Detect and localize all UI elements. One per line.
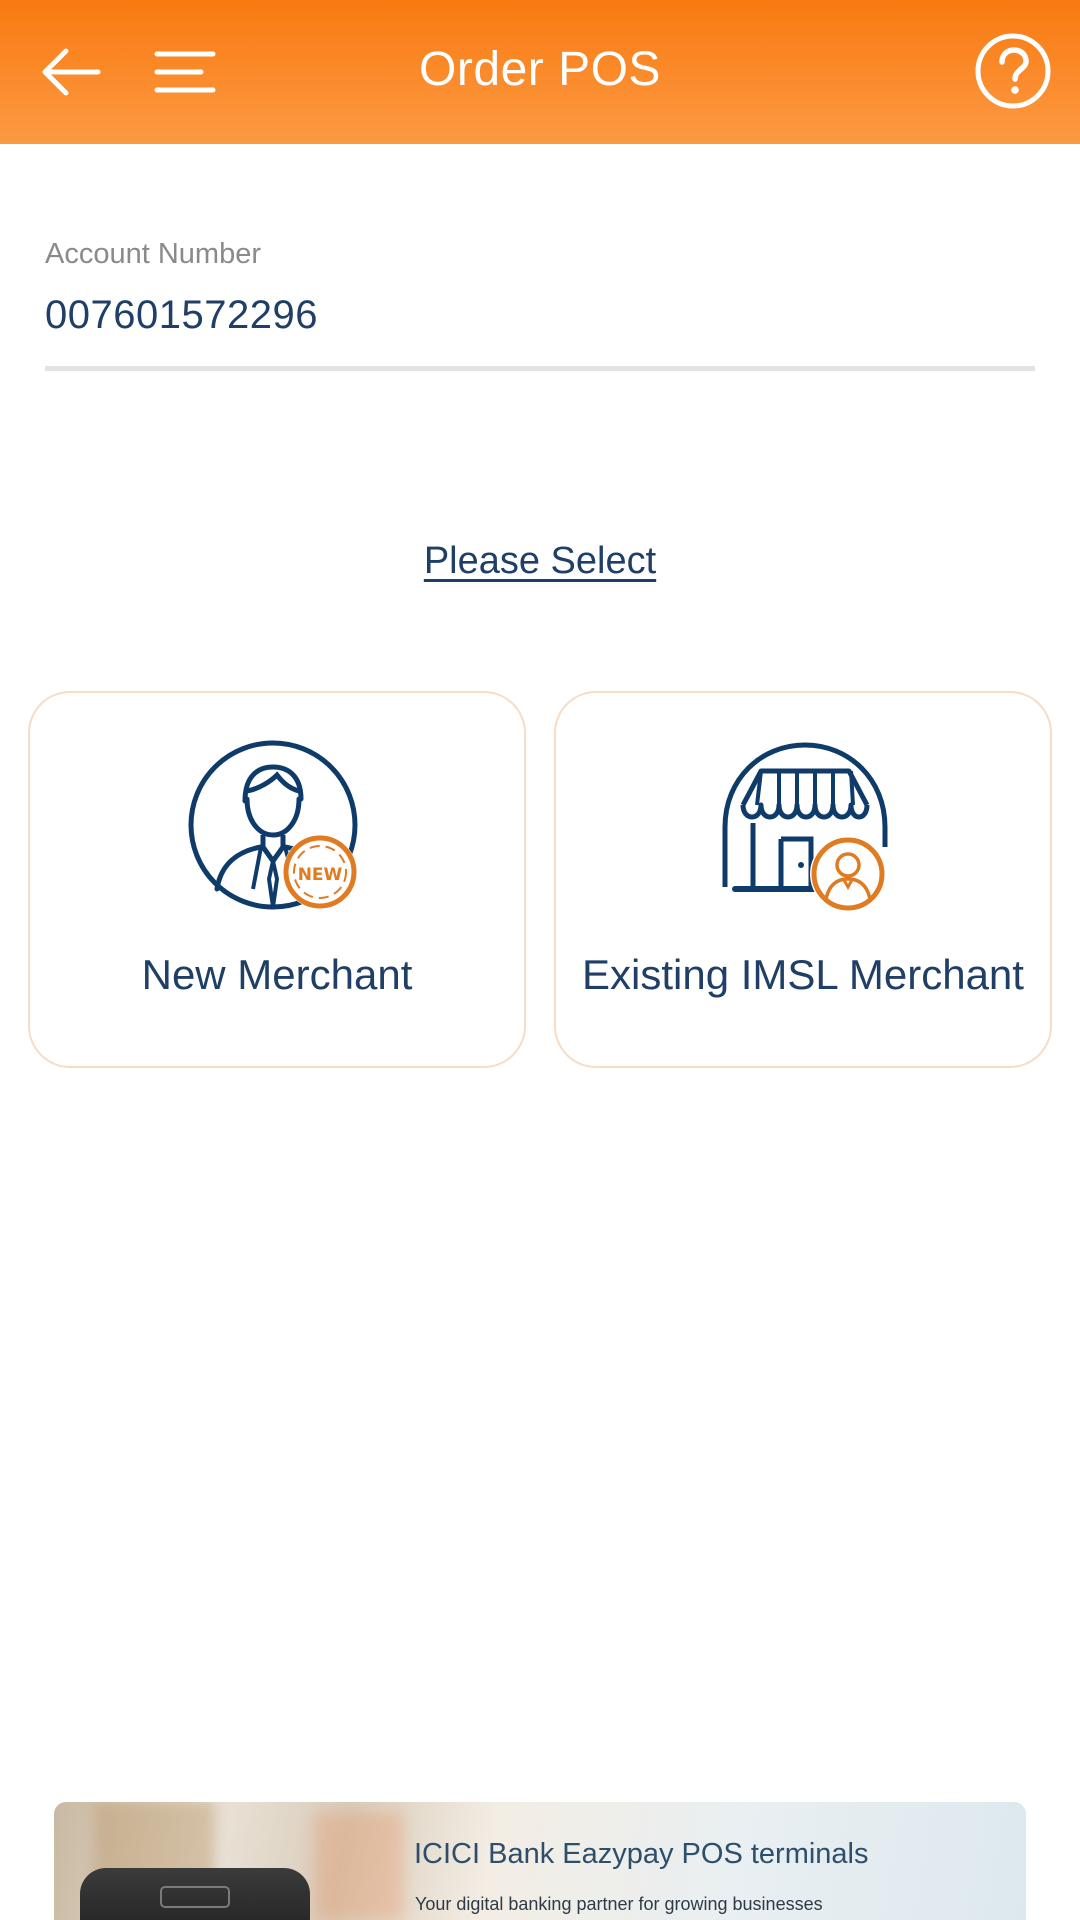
svg-text:NEW: NEW [298,865,343,885]
new-merchant-card[interactable]: NEW New Merchant [28,691,526,1068]
new-merchant-icon: NEW [188,740,358,910]
existing-merchant-store-icon [722,742,888,912]
please-select-link[interactable]: Please Select [0,540,1080,583]
banner-background-blur [314,1812,404,1920]
existing-imsl-merchant-label: Existing IMSL Merchant [582,951,1024,998]
account-number-value[interactable]: 007601572296 [45,293,1035,338]
banner-subtitle: Your digital banking partner for growing… [415,1894,823,1914]
account-number-label: Account Number [45,238,261,270]
existing-imsl-merchant-card[interactable]: Existing IMSL Merchant [554,691,1052,1068]
app-header: Order POS [0,0,1080,144]
pos-terminal-image [80,1868,310,1920]
question-circle-icon [975,33,1051,109]
banner-title: ICICI Bank Eazypay POS terminals [414,1838,869,1870]
account-field-underline [45,366,1035,371]
pos-terminal-screen [160,1886,230,1908]
account-number-field[interactable]: Account Number 007601572296 [45,238,1035,338]
help-button[interactable] [970,28,1056,114]
new-merchant-label: New Merchant [141,951,413,998]
eazypay-promo-banner[interactable]: ICICI Bank Eazypay POS terminals Your di… [54,1802,1026,1920]
order-pos-screen: Order POS Account Number 007601572296 Pl… [0,0,1080,1920]
page-title: Order POS [419,43,661,96]
